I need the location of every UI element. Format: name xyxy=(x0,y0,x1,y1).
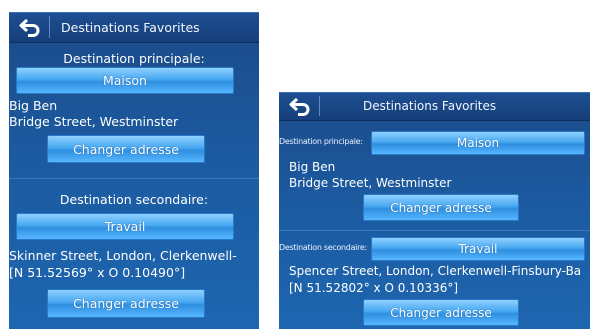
secondary-destination-heading: Destination secondaire: xyxy=(59,192,209,207)
change-primary-address-button[interactable]: Changer adresse xyxy=(47,135,205,163)
primary-destination-heading: Destination principale: xyxy=(63,51,205,66)
back-button[interactable] xyxy=(9,12,49,42)
favorites-screen-right: Destinations Favorites Destination princ… xyxy=(279,92,590,329)
title-bar: Destinations Favorites xyxy=(9,12,259,43)
work-button[interactable]: Travail xyxy=(371,237,585,261)
primary-address-line2: Bridge Street, Westminster xyxy=(9,114,179,129)
primary-address-line1: Big Ben xyxy=(289,160,336,174)
secondary-address-line2: [N 51.52802° x O 0.10336°] xyxy=(289,281,459,295)
title-separator xyxy=(319,96,320,116)
home-button[interactable]: Maison xyxy=(16,67,234,94)
back-arrow-icon xyxy=(289,97,310,116)
change-secondary-address-button[interactable]: Changer adresse xyxy=(363,299,519,326)
change-secondary-address-button[interactable]: Changer adresse xyxy=(47,289,205,318)
primary-address-line2: Bridge Street, Westminster xyxy=(289,176,452,190)
page-title: Destinations Favorites xyxy=(363,99,497,113)
section-divider xyxy=(279,230,590,231)
secondary-destination-label: Destination secondaire: xyxy=(279,243,367,252)
work-button[interactable]: Travail xyxy=(16,213,234,240)
secondary-address-line1: Spencer Street, London, Clerkenwell-Fins… xyxy=(289,264,582,278)
favorites-screen-left: Destinations Favorites Destination princ… xyxy=(9,12,259,329)
section-divider xyxy=(9,178,259,179)
title-bar: Destinations Favorites xyxy=(279,92,590,121)
primary-destination-label: Destination principale: xyxy=(279,137,363,146)
change-primary-address-button[interactable]: Changer adresse xyxy=(363,194,519,221)
secondary-address-line2: [N 51.52569° x O 0.10490°] xyxy=(9,265,186,280)
primary-address-line1: Big Ben xyxy=(9,98,58,113)
back-arrow-icon xyxy=(19,18,40,37)
back-button[interactable] xyxy=(279,92,319,120)
home-button[interactable]: Maison xyxy=(371,131,585,155)
page-title: Destinations Favorites xyxy=(61,19,200,35)
secondary-address-line1: Skinner Street, London, Clerkenwell- xyxy=(9,248,237,263)
title-separator xyxy=(49,16,50,38)
